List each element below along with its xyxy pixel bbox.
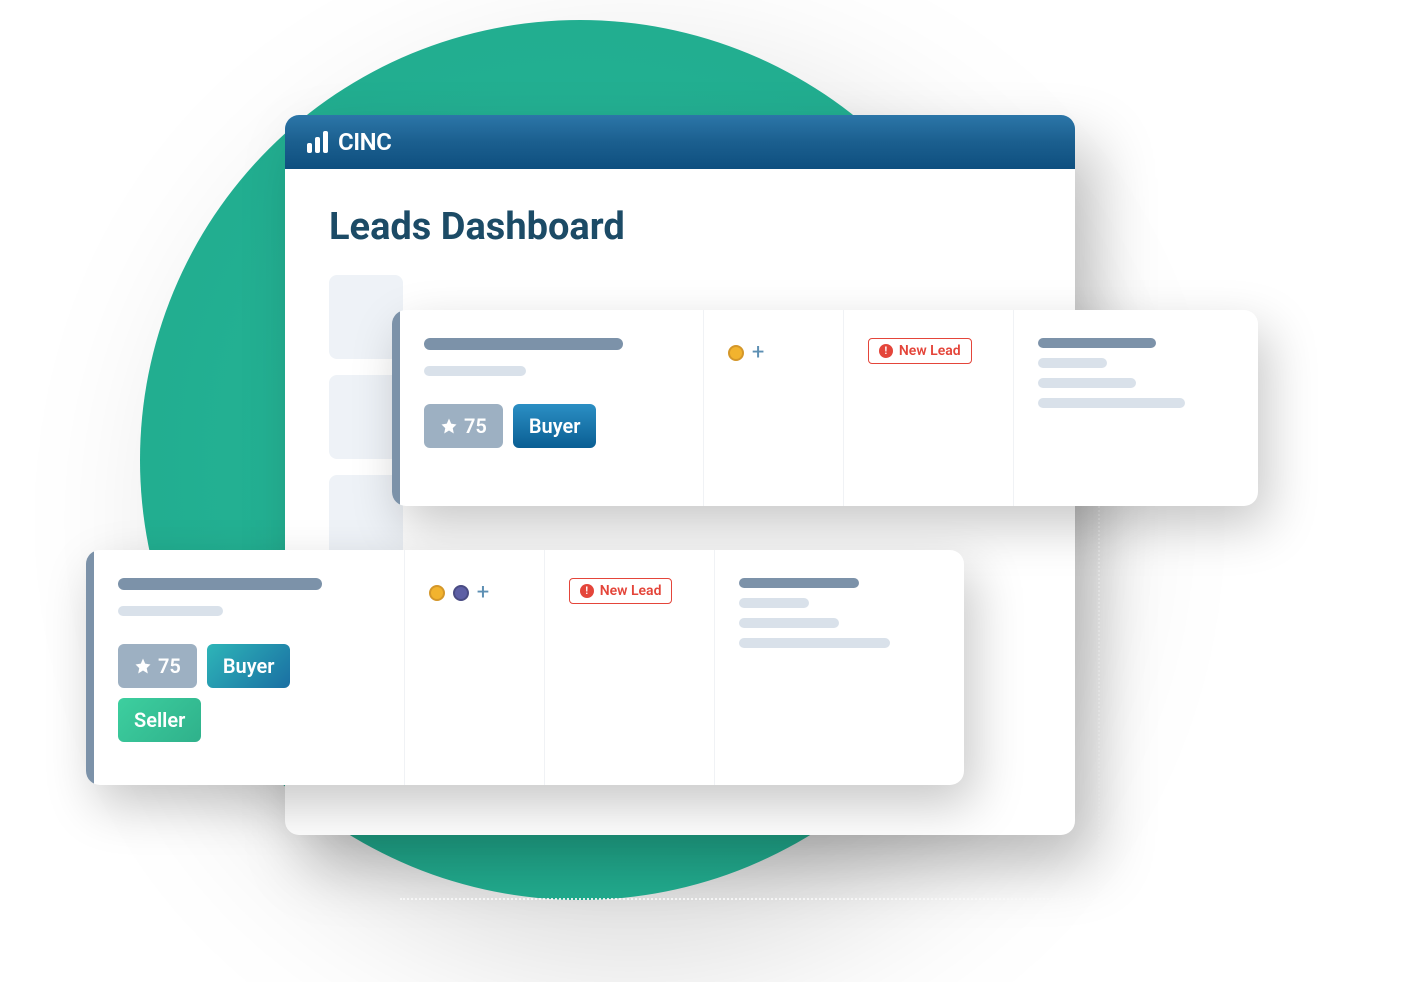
lead-info-column: 75 Buyer <box>400 310 704 506</box>
alert-icon: ! <box>879 344 893 358</box>
lead-subtitle-placeholder <box>118 606 223 616</box>
indicator-dot-icon <box>429 585 445 601</box>
lead-card[interactable]: 75 Buyer Seller + ! New Lead <box>86 550 964 785</box>
tag-label: Seller <box>134 708 185 732</box>
buyer-tag[interactable]: Buyer <box>207 644 291 688</box>
meta-placeholder <box>739 598 809 608</box>
seller-tag[interactable]: Seller <box>118 698 201 742</box>
new-lead-badge[interactable]: ! New Lead <box>569 578 673 604</box>
meta-placeholder <box>739 618 840 628</box>
meta-placeholder <box>1038 358 1107 368</box>
accent-strip <box>392 310 400 506</box>
add-indicator-button[interactable]: + <box>477 582 489 604</box>
meta-placeholder <box>1038 338 1156 348</box>
indicator-dot-icon <box>453 585 469 601</box>
meta-placeholder <box>1038 378 1136 388</box>
tag-label: Buyer <box>223 654 275 678</box>
buyer-tag[interactable]: Buyer <box>513 404 597 448</box>
meta-column <box>1014 310 1258 506</box>
meta-placeholder <box>739 638 890 648</box>
alert-icon: ! <box>580 584 594 598</box>
status-label: New Lead <box>899 343 961 359</box>
score-tag[interactable]: 75 <box>424 404 503 448</box>
lead-subtitle-placeholder <box>424 366 526 376</box>
lead-name-placeholder <box>424 338 623 350</box>
titlebar: CINC <box>285 115 1075 169</box>
star-icon <box>440 417 458 435</box>
brand-name: CINC <box>338 128 391 156</box>
new-lead-badge[interactable]: ! New Lead <box>868 338 972 364</box>
meta-column <box>715 550 964 785</box>
indicator-dot-icon <box>728 345 744 361</box>
status-column: ! New Lead <box>844 310 1014 506</box>
connector-line <box>400 898 1100 900</box>
meta-placeholder <box>1038 398 1185 408</box>
indicator-column: + <box>704 310 844 506</box>
lead-name-placeholder <box>118 578 322 590</box>
score-value: 75 <box>158 654 181 678</box>
accent-strip <box>86 550 94 785</box>
meta-placeholder <box>739 578 860 588</box>
indicator-column: + <box>405 550 545 785</box>
tag-label: Buyer <box>529 414 581 438</box>
star-icon <box>134 657 152 675</box>
page-title: Leads Dashboard <box>285 169 1075 269</box>
lead-card[interactable]: 75 Buyer + ! New Lead <box>392 310 1258 506</box>
score-tag[interactable]: 75 <box>118 644 197 688</box>
status-label: New Lead <box>600 583 662 599</box>
score-value: 75 <box>464 414 487 438</box>
status-column: ! New Lead <box>545 550 715 785</box>
add-indicator-button[interactable]: + <box>752 342 764 364</box>
lead-info-column: 75 Buyer Seller <box>94 550 405 785</box>
brand-logo-icon <box>307 131 328 153</box>
